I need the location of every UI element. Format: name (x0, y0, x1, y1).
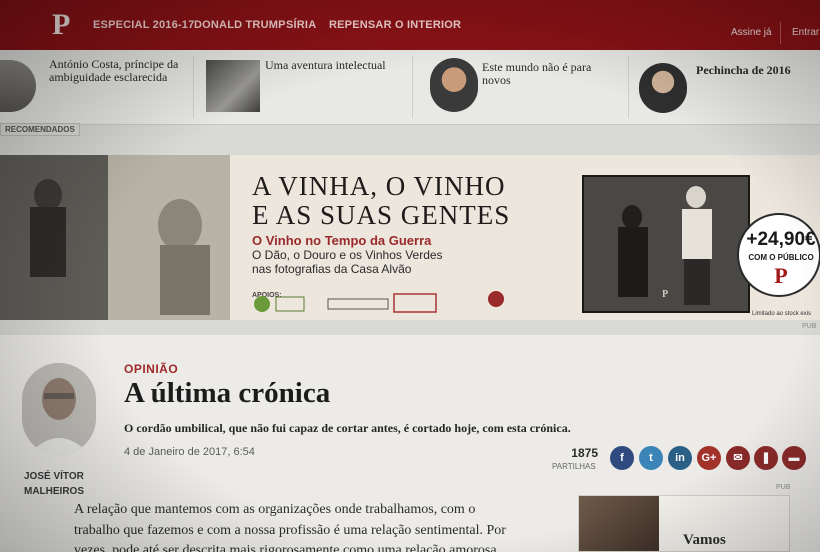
price-badge: +24,90€ COM O PÚBLICO P (737, 213, 820, 297)
article-body-line: A relação que mantemos com as organizaçõ… (74, 502, 476, 517)
publico-logo: P (774, 263, 788, 288)
price-value: +24,90€ (746, 229, 816, 250)
ad-book-cover: P (582, 175, 750, 313)
author-name[interactable]: JOSÉ VÍTOR MALHEIROS (24, 469, 84, 499)
google-plus-share-button[interactable]: G+ (697, 446, 721, 470)
ad-photo (0, 155, 230, 320)
author-portrait-icon (22, 363, 96, 455)
ad-subtitle: O Vinho no Tempo da Guerra (252, 233, 432, 248)
recommended-item-title: Este mundo não é para novos (482, 60, 592, 87)
divider (412, 56, 413, 118)
article-headline: A última crónica (124, 377, 331, 409)
recommended-item[interactable]: Uma aventura intelectual (200, 50, 410, 125)
side-advertisement[interactable]: Vamos (578, 495, 790, 552)
article-date: 4 de Janeiro de 2017, 6:54 (124, 446, 255, 458)
svg-text:P: P (662, 289, 668, 300)
divider (628, 56, 629, 118)
nav-link-repensar-interior[interactable]: REPENSAR O INTERIOR (329, 19, 461, 31)
publico-logo[interactable]: P (52, 8, 70, 42)
pub-label: PUB (802, 323, 817, 330)
subscribe-link[interactable]: Assine já (731, 27, 772, 38)
top-navigation-bar: P ESPECIAL 2016-17 DONALD TRUMP SÍRIA RE… (0, 0, 820, 50)
recommended-strip: António Costa, príncipe da ambiguidade e… (0, 50, 820, 125)
ad-text-line: O Dão, o Douro e os Vinhos Verdes (252, 248, 443, 262)
recommended-item[interactable]: Pechincha de 2016 (635, 50, 820, 125)
article-lede: O cordão umbilical, que não fui capaz de… (124, 421, 571, 435)
pub-label: PUB (776, 484, 791, 491)
author-avatar[interactable] (22, 363, 96, 455)
price-label: COM O PÚBLICO (748, 253, 814, 262)
nav-divider (780, 22, 781, 44)
recommended-item-title: Uma aventura intelectual (265, 58, 386, 72)
nav-link-donald-trump[interactable]: DONALD TRUMP (194, 19, 286, 31)
ad-title: A VINHA, O VINHO E AS SUAS GENTES (252, 171, 511, 230)
article: JOSÉ VÍTOR MALHEIROS OPINIÃO A última cr… (0, 335, 820, 552)
nav-link-siria[interactable]: SÍRIA (286, 19, 316, 31)
linkedin-share-button[interactable]: in (668, 446, 692, 470)
share-count: 1875 (571, 446, 598, 460)
recommended-item-title: Pechincha de 2016 (696, 63, 791, 77)
side-ad-image (579, 496, 659, 551)
facebook-share-button[interactable]: f (610, 446, 634, 470)
avatar (430, 58, 478, 112)
twitter-share-button[interactable]: t (639, 446, 663, 470)
side-ad-text: Vamos (683, 532, 726, 548)
article-body-line: trabalho que fazemos e com a nossa profi… (74, 523, 506, 538)
section-label[interactable]: OPINIÃO (124, 362, 178, 376)
advertisement-banner[interactable]: A VINHA, O VINHO E AS SUAS GENTES O Vinh… (0, 155, 820, 320)
recommended-label: RECOMENDADOS (0, 123, 80, 136)
nav-link-especial[interactable]: ESPECIAL 2016-17 (93, 19, 194, 31)
recommended-item[interactable]: Este mundo não é para novos (420, 50, 625, 125)
recommended-item[interactable]: António Costa, príncipe da ambiguidade e… (0, 50, 190, 125)
comment-button[interactable]: ▬ (782, 446, 806, 470)
login-link[interactable]: Entrar (792, 27, 819, 38)
ad-text-line: nas fotografias da Casa Alvão (252, 262, 412, 276)
book-photo-icon: P (584, 177, 748, 311)
recommended-item-title: António Costa, príncipe da ambiguidade e… (49, 57, 179, 84)
bookmark-button[interactable]: ❚ (754, 446, 778, 470)
recommended-item-thumbnail (206, 60, 260, 112)
article-body-line: vezes, pode até ser descrita mais rigoro… (74, 543, 501, 552)
vineyard-photo-icon (0, 155, 230, 320)
ad-stock-note: Limitado ao stock exis (752, 311, 812, 317)
avatar (639, 63, 687, 113)
avatar (0, 60, 36, 112)
divider (193, 56, 194, 118)
sponsor-logos-icon (254, 291, 504, 313)
share-label: PARTILHAS (552, 462, 596, 471)
email-share-button[interactable]: ✉ (726, 446, 750, 470)
